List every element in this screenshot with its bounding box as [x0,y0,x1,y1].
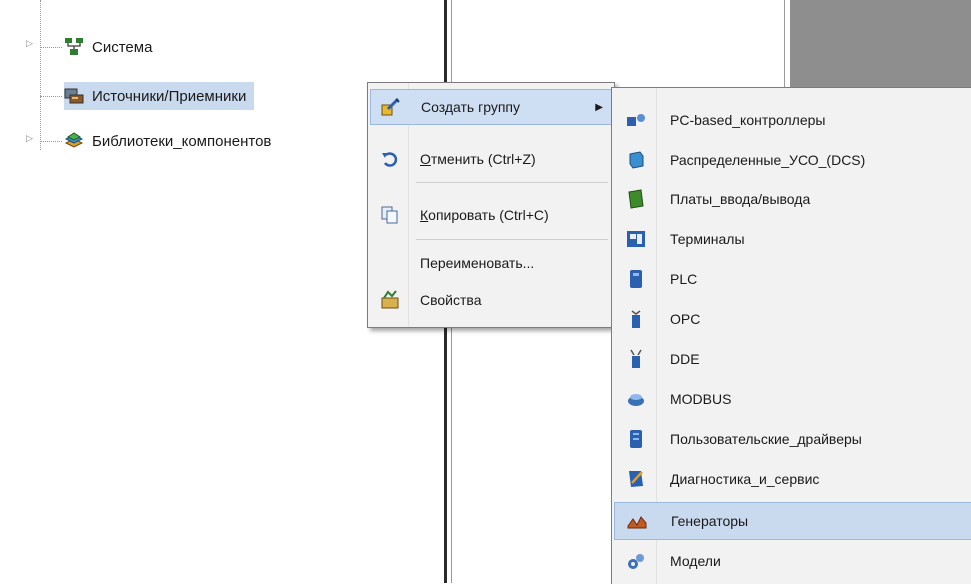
submenu-item-dcs[interactable]: Распределенные_УСО_(DCS) [614,142,971,178]
tree-item-system[interactable]: Система [64,33,152,61]
submenu-item-io-boards[interactable]: Платы_ввода/вывода [614,181,971,217]
menu-item-label: Создать группу [421,99,520,115]
menu-item-label: Терминалы [670,231,745,247]
io-board-icon [626,189,646,209]
submenu-item-user-drivers[interactable]: Пользовательские_драйверы [614,421,971,457]
submenu-item-opc[interactable]: OPC [614,301,971,337]
tree-item-libraries[interactable]: Библиотеки_компонентов [64,127,271,155]
menu-item-label: Платы_ввода/вывода [670,191,811,207]
create-group-menu-item[interactable]: Создать группу ▶ [370,89,612,125]
submenu-item-diagnostics[interactable]: Диагностика_и_сервис [614,461,971,497]
devices-icon [64,86,84,106]
rename-menu-item[interactable]: Переименовать... [370,246,612,280]
context-menu: Создать группу ▶ Отменить (Ctrl+Z) Копир… [367,82,615,328]
submenu-item-models[interactable]: Модели [614,543,971,579]
copy-menu-item[interactable]: Копировать (Ctrl+C) [370,198,612,232]
menu-item-label: Распределенные_УСО_(DCS) [670,152,866,168]
generator-icon [627,511,647,531]
properties-icon [380,290,400,310]
tree-item-label: Источники/Приемники [92,87,247,105]
submenu-item-generators[interactable]: Генераторы [614,502,971,540]
undo-menu-item[interactable]: Отменить (Ctrl+Z) [370,142,612,176]
user-driver-icon [626,429,646,449]
pc-controller-icon [626,110,646,130]
submenu-item-terminals[interactable]: Терминалы [614,221,971,257]
menu-item-label: Свойства [420,292,482,308]
undo-icon [380,149,400,169]
menu-item-label: Отменить (Ctrl+Z) [420,151,536,167]
copy-icon [380,205,400,225]
diagnostics-icon [626,469,646,489]
menu-item-label: OPC [670,311,701,327]
menu-item-label: Копировать (Ctrl+C) [420,207,549,223]
submenu-item-dde[interactable]: DDE [614,341,971,377]
create-group-icon [381,97,401,117]
submenu-item-pc-controllers[interactable]: PC-based_контроллеры [614,102,971,138]
menu-item-label: Генераторы [671,513,749,529]
menu-separator [416,182,608,183]
tree-item-label: Библиотеки_компонентов [92,132,272,150]
tree-connector [40,0,42,150]
network-icon [64,37,84,57]
opc-icon [626,309,646,329]
menu-item-label: Модели [670,553,721,569]
create-group-submenu: PC-based_контроллеры Распределенные_УСО_… [611,87,971,584]
expand-icon[interactable]: ▷ [26,133,33,144]
menu-separator [416,239,608,240]
submenu-arrow-icon: ▶ [595,101,603,113]
dcs-icon [626,150,646,170]
menu-item-label: PC-based_контроллеры [670,112,826,128]
menu-item-label: DDE [670,351,700,367]
plc-icon [626,269,646,289]
gray-panel [790,0,971,95]
tree-item-label: Система [92,38,153,56]
models-icon [626,551,646,571]
menu-item-label: PLC [670,271,698,287]
properties-menu-item[interactable]: Свойства [370,283,612,317]
expand-icon[interactable]: ▷ [26,38,33,49]
terminal-icon [626,229,646,249]
menu-item-label: Диагностика_и_сервис [670,471,820,487]
submenu-item-modbus[interactable]: MODBUS [614,381,971,417]
library-icon [64,131,84,151]
tree-connector [40,141,62,143]
menu-item-label: MODBUS [670,391,732,407]
submenu-item-plc[interactable]: PLC [614,261,971,297]
menu-item-label: Переименовать... [420,255,535,271]
tree-connector [40,96,62,98]
modbus-icon [626,389,646,409]
menu-item-label: Пользовательские_драйверы [670,431,862,447]
dde-icon [626,349,646,369]
tree-item-sources[interactable]: Источники/Приемники [64,82,255,110]
tree-connector [40,47,62,49]
